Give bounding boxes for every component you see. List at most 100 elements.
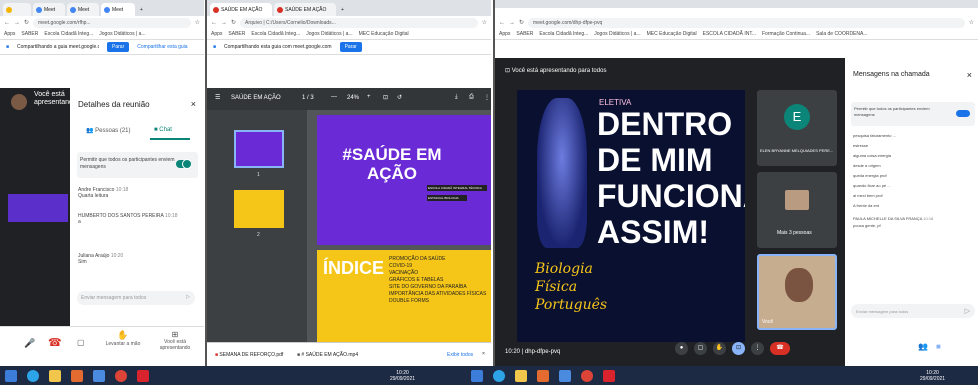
- address-bar[interactable]: meet.google.com/dhp-dfpe-pvq: [528, 17, 965, 28]
- new-tab-button[interactable]: +: [137, 3, 149, 16]
- print-icon[interactable]: ⎙: [469, 94, 474, 101]
- close-icon[interactable]: ×: [967, 70, 972, 80]
- close-icon[interactable]: ×: [482, 351, 485, 357]
- presenting-button[interactable]: ⊞ Você está apresentando: [154, 330, 196, 351]
- bookmark[interactable]: SABER: [21, 31, 38, 37]
- app-icon[interactable]: [93, 369, 105, 382]
- send-icon[interactable]: ▷: [186, 294, 190, 300]
- allow-messages-toggle[interactable]: [176, 159, 192, 169]
- bookmark[interactable]: ESCOLA CIDADÃ INT...: [703, 31, 756, 37]
- start-icon[interactable]: [471, 369, 484, 382]
- chat-input[interactable]: Enviar mensagem para todos ▷: [851, 304, 975, 318]
- new-tab-button[interactable]: +: [338, 3, 350, 16]
- bookmark[interactable]: Escola Cidadã Integ...: [539, 31, 588, 37]
- browser-tab[interactable]: Meet: [33, 3, 65, 16]
- hangup-icon[interactable]: ☎: [770, 342, 790, 355]
- raise-hand-icon[interactable]: ✋: [713, 342, 726, 355]
- tab-people[interactable]: 👥 Pessoas (21): [86, 127, 131, 134]
- self-view-tile[interactable]: Você: [757, 254, 837, 330]
- more-icon[interactable]: ⋮: [751, 342, 764, 355]
- stop-share-button[interactable]: Parar: [107, 42, 130, 52]
- fit-icon[interactable]: ⊡: [383, 94, 388, 101]
- camera-icon[interactable]: ▢: [77, 338, 85, 347]
- pdf-reader-icon[interactable]: [137, 369, 149, 382]
- bookmark[interactable]: Escola Cidadã Integ...: [44, 31, 93, 37]
- forward-icon[interactable]: →: [509, 20, 515, 26]
- stop-share-button[interactable]: Parar: [339, 42, 362, 52]
- zoom-level[interactable]: 24%: [347, 95, 359, 101]
- bookmark[interactable]: Sala de COORDENA...: [816, 31, 867, 37]
- camera-icon[interactable]: ▢: [694, 342, 707, 355]
- reload-icon[interactable]: ↻: [519, 19, 524, 26]
- bookmark[interactable]: MEC Educação Digital: [647, 31, 697, 37]
- mic-icon[interactable]: 🎤: [24, 338, 35, 349]
- allow-messages-toggle[interactable]: [956, 110, 970, 117]
- ie-icon[interactable]: [27, 369, 39, 382]
- start-icon[interactable]: [5, 369, 17, 382]
- media-icon[interactable]: [537, 369, 550, 382]
- back-icon[interactable]: ←: [211, 20, 217, 26]
- star-icon[interactable]: ☆: [195, 19, 200, 26]
- download-item[interactable]: ■ # SAÚDE EM AÇÃO.mp4: [297, 352, 358, 358]
- tab-chat[interactable]: ■ Chat: [154, 127, 172, 133]
- download-item[interactable]: ■ SEMANA DE REFORÇO.pdf: [215, 352, 283, 358]
- explorer-icon[interactable]: [515, 369, 528, 382]
- back-icon[interactable]: ←: [499, 20, 505, 26]
- page-indicator[interactable]: 1 / 3: [302, 95, 314, 101]
- raise-hand-button[interactable]: ✋ Levantar a mão: [104, 330, 142, 347]
- app-icon[interactable]: [559, 369, 572, 382]
- download-icon[interactable]: ⤓: [455, 94, 458, 101]
- chrome-icon[interactable]: [581, 369, 594, 382]
- bookmark[interactable]: Formação Continua...: [762, 31, 810, 37]
- explorer-icon[interactable]: [49, 369, 61, 382]
- address-bar[interactable]: meet.google.com/rfhp...: [33, 17, 191, 28]
- media-icon[interactable]: [71, 369, 83, 382]
- ie-icon[interactable]: [493, 369, 506, 382]
- reload-icon[interactable]: ↻: [24, 19, 29, 26]
- present-icon[interactable]: ⊡: [732, 342, 745, 355]
- hangup-icon[interactable]: ☎: [48, 336, 62, 349]
- browser-tab[interactable]: SAÚDE EM AÇÃO: [210, 3, 272, 16]
- chrome-icon[interactable]: [115, 369, 127, 382]
- bookmark[interactable]: Apps: [499, 31, 510, 37]
- browser-tab[interactable]: SAÚDE EM AÇÃO: [274, 3, 336, 16]
- bookmark[interactable]: Apps: [4, 31, 15, 37]
- star-icon[interactable]: ☆: [969, 19, 974, 26]
- forward-icon[interactable]: →: [221, 20, 227, 26]
- chat-input[interactable]: Enviar mensagem para todos ▷: [77, 291, 195, 305]
- forward-icon[interactable]: →: [14, 20, 20, 26]
- participant-tile-more[interactable]: Mais 3 pessoas: [757, 172, 837, 248]
- bookmark[interactable]: Jogos Didáticos | a...: [306, 31, 352, 37]
- back-icon[interactable]: ←: [4, 20, 10, 26]
- tray-clock[interactable]: 10:20 29/09/2021: [390, 370, 415, 382]
- show-all-button[interactable]: Exibir todos: [447, 352, 473, 358]
- bookmark[interactable]: SABER: [228, 31, 245, 37]
- zoom-in-icon[interactable]: +: [367, 94, 371, 100]
- share-this-tab-button[interactable]: Compartilhar esta guia: [137, 44, 187, 50]
- bookmark[interactable]: Apps: [211, 31, 222, 37]
- browser-tab[interactable]: Meet: [67, 3, 99, 16]
- send-icon[interactable]: ▷: [965, 307, 970, 315]
- chat-icon[interactable]: ■: [936, 342, 941, 351]
- tray-clock[interactable]: 10:20 29/09/2021: [920, 370, 945, 382]
- close-icon[interactable]: ×: [191, 99, 196, 109]
- zoom-out-icon[interactable]: —: [331, 94, 337, 100]
- bookmark[interactable]: SABER: [516, 31, 533, 37]
- activities-icon[interactable]: ▲: [954, 342, 962, 351]
- people-icon[interactable]: 👥: [918, 342, 928, 351]
- participant-tile[interactable]: E ELEN BRYANNE MELQUIADES PERE...: [757, 90, 837, 166]
- bookmark[interactable]: Jogos Didáticos | a...: [99, 31, 145, 37]
- more-icon[interactable]: ⋮: [484, 94, 490, 101]
- bookmark[interactable]: Jogos Didáticos | a...: [594, 31, 640, 37]
- info-icon[interactable]: ⓘ: [900, 342, 908, 353]
- address-bar[interactable]: Arquivo | C:/Users/Cornelio/Downloads...: [240, 17, 478, 28]
- star-icon[interactable]: ☆: [482, 19, 487, 26]
- rotate-icon[interactable]: ↺: [397, 94, 402, 101]
- reload-icon[interactable]: ↻: [231, 19, 236, 26]
- browser-tab[interactable]: [3, 3, 31, 16]
- page-thumbnail[interactable]: [234, 130, 284, 168]
- mic-icon[interactable]: ●: [675, 342, 688, 355]
- menu-icon[interactable]: ☰: [215, 94, 220, 101]
- bookmark[interactable]: MEC Educação Digital: [359, 31, 409, 37]
- page-thumbnail[interactable]: [234, 190, 284, 228]
